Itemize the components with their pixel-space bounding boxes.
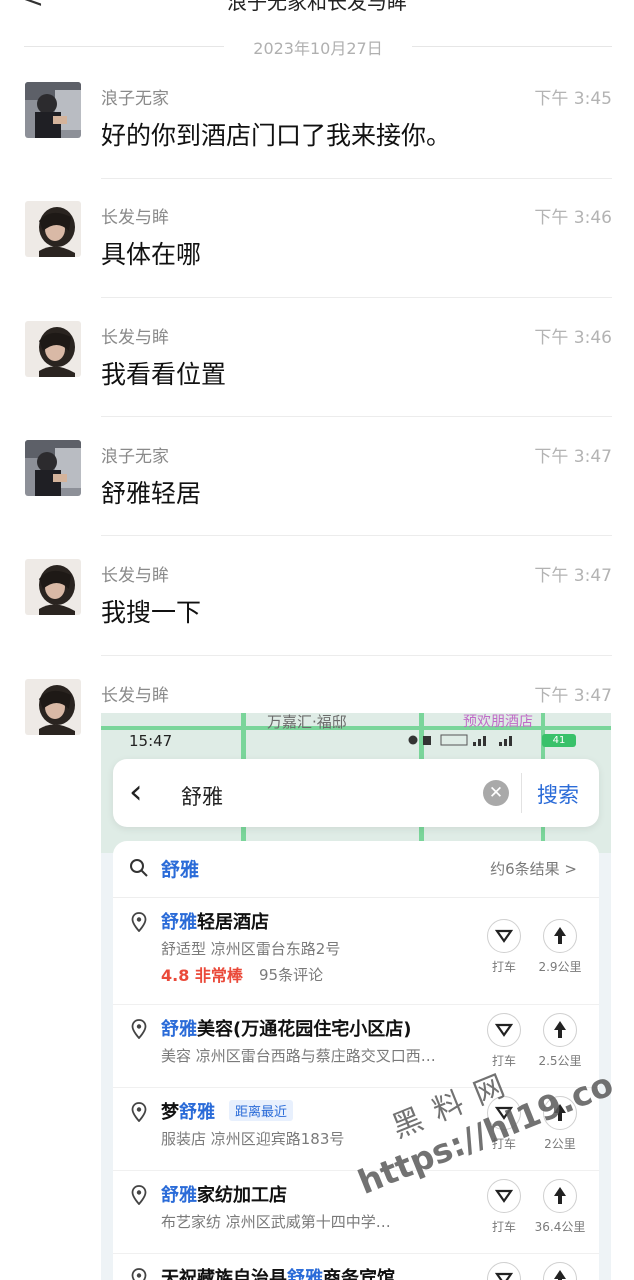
clear-icon[interactable]: ✕ xyxy=(483,780,509,806)
suggestion-row[interactable]: 舒雅 约6条结果 > xyxy=(113,841,599,898)
message-time: 下午 3:45 xyxy=(534,89,612,109)
status-bar-time: 15:47 xyxy=(129,732,173,750)
date-divider: 2023年10月27日 xyxy=(24,32,612,60)
result-item[interactable]: 舒雅轻居酒店 舒适型 凉州区雷台东路2号 4.8 非常棒 95条评论 打车 2.… xyxy=(113,898,599,1005)
message-text[interactable]: 具体在哪 xyxy=(101,235,201,271)
message-divider xyxy=(101,416,612,417)
suggestion-keyword: 舒雅 xyxy=(161,859,200,881)
message-sender: 长发与眸 xyxy=(101,328,169,348)
result-address: 服装店 凉州区迎宾路183号 xyxy=(161,1130,345,1148)
avatar-changfa[interactable] xyxy=(25,321,81,377)
message-text[interactable]: 好的你到酒店门口了我来接你。 xyxy=(101,116,451,152)
message-divider xyxy=(101,178,612,179)
message-time: 下午 3:46 xyxy=(534,328,612,348)
battery-icon: 41 xyxy=(542,734,576,747)
result-item[interactable]: 天祝藏族自治县舒雅商务宾馆 xyxy=(113,1254,599,1280)
taxi-icon[interactable] xyxy=(487,919,521,953)
search-input[interactable]: 舒雅 xyxy=(181,781,223,811)
taxi-icon[interactable] xyxy=(487,1262,521,1280)
map-search-bar: ‹ 舒雅 ✕ 搜索 xyxy=(113,759,599,827)
message-sender: 长发与眸 xyxy=(101,566,169,586)
message-divider xyxy=(101,297,612,298)
message-sender: 浪子无家 xyxy=(101,447,169,467)
navigate-icon[interactable] xyxy=(543,919,577,953)
result-title: 舒雅轻居酒店 xyxy=(161,912,269,933)
distance-label: 36.4公里 xyxy=(534,1220,586,1234)
message-time: 下午 3:47 xyxy=(534,686,612,706)
result-title: 天祝藏族自治县舒雅商务宾馆 xyxy=(161,1268,395,1280)
message-time: 下午 3:47 xyxy=(534,447,612,467)
chevron-left-icon[interactable]: ‹ xyxy=(129,772,143,812)
avatar-langzi[interactable] xyxy=(25,82,81,138)
result-address: 舒适型 凉州区雷台东路2号 xyxy=(161,940,341,958)
search-icon xyxy=(130,859,148,877)
avatar-changfa[interactable] xyxy=(25,559,81,615)
avatar-changfa[interactable] xyxy=(25,679,81,735)
navigate-icon[interactable] xyxy=(543,1262,577,1280)
map-road xyxy=(101,726,611,730)
taxi-icon[interactable] xyxy=(487,1013,521,1047)
map-label: 万嘉汇·福邸 xyxy=(267,713,347,731)
message-time: 下午 3:46 xyxy=(534,208,612,228)
message-text[interactable]: 舒雅轻居 xyxy=(101,474,201,510)
message-sender: 长发与眸 xyxy=(101,208,169,228)
message-divider xyxy=(101,535,612,536)
result-count[interactable]: 约6条结果 > xyxy=(490,858,577,879)
status-bar-icons xyxy=(407,733,527,750)
taxi-label: 打车 xyxy=(491,960,516,974)
nearest-tag: 距离最近 xyxy=(229,1100,294,1121)
result-rating: 4.8 非常棒 xyxy=(161,966,243,985)
message-text[interactable]: 我看看位置 xyxy=(101,355,226,391)
message-time: 下午 3:47 xyxy=(534,566,612,586)
result-title: 舒雅美容(万通花园住宅小区店) xyxy=(161,1019,412,1040)
result-reviews: 95条评论 xyxy=(259,966,324,984)
search-divider xyxy=(521,773,522,813)
avatar-langzi[interactable] xyxy=(25,440,81,496)
message-sender: 浪子无家 xyxy=(101,89,169,109)
result-address: 美容 凉州区雷台西路与蔡庄路交叉口西… xyxy=(161,1047,436,1065)
location-pin-icon xyxy=(131,1102,147,1122)
location-pin-icon xyxy=(131,912,147,932)
location-pin-icon xyxy=(131,1019,147,1039)
result-title: 梦舒雅 xyxy=(161,1102,215,1123)
result-title: 舒雅家纺加工店 xyxy=(161,1185,287,1206)
distance-label: 2.9公里 xyxy=(538,960,582,974)
chat-title: 浪子无家和长发与眸 xyxy=(227,0,407,14)
avatar-changfa[interactable] xyxy=(25,201,81,257)
result-address: 布艺家纺 凉州区武威第十四中学… xyxy=(161,1213,391,1231)
message-sender: 长发与眸 xyxy=(101,686,169,706)
location-pin-icon xyxy=(131,1185,147,1205)
chat-page: < 浪子无家和长发与眸 2023年10月27日 浪子无家 下午 3:45 好的你… xyxy=(0,0,634,1280)
location-pin-icon xyxy=(131,1268,147,1280)
map-poi-label: 预欢朋酒店 xyxy=(463,714,533,730)
message-divider xyxy=(101,655,612,656)
message-text[interactable]: 我搜一下 xyxy=(101,593,201,629)
date-divider-text: 2023年10月27日 xyxy=(253,39,383,58)
search-button[interactable]: 搜索 xyxy=(537,779,579,809)
